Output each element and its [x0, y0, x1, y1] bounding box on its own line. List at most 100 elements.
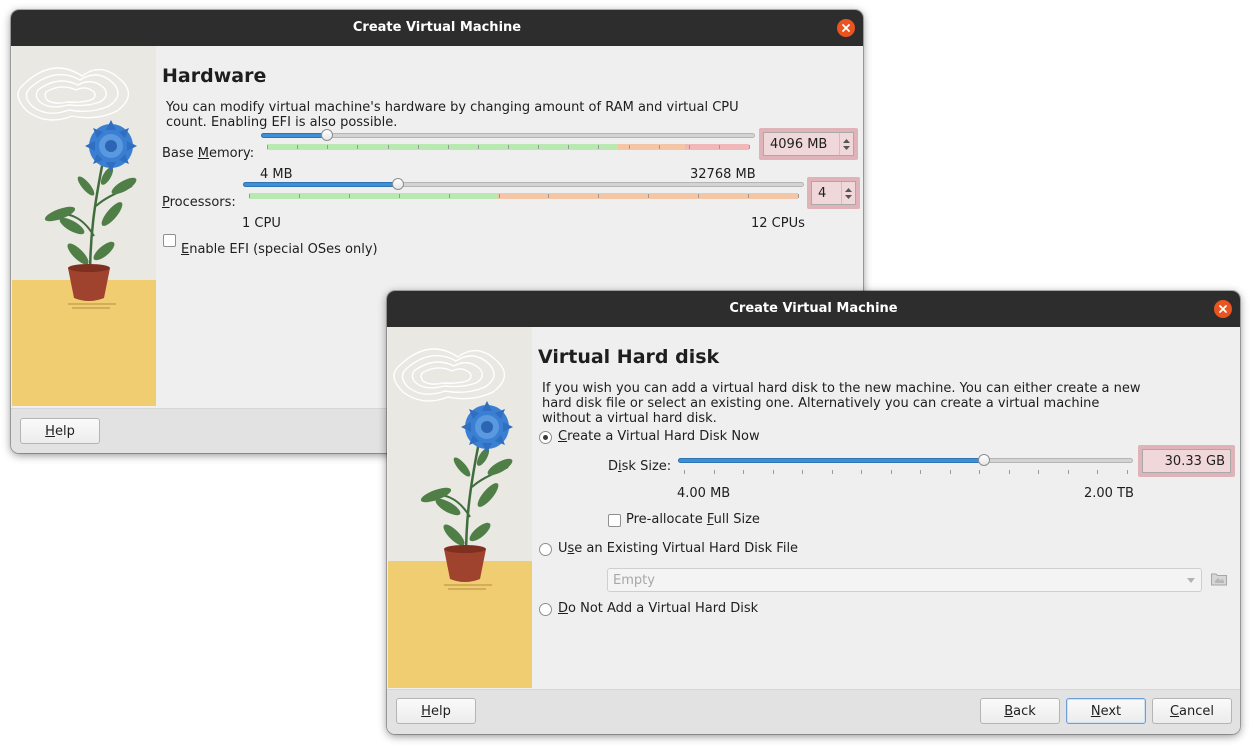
slider-tick	[508, 145, 509, 149]
base-memory-spin-arrows[interactable]	[839, 133, 853, 155]
slider-tick	[499, 194, 500, 198]
spin-down-icon[interactable]	[845, 194, 852, 199]
slider-tick	[802, 470, 803, 474]
wizard-content: Virtual Hard disk If you wish you can ad…	[387, 327, 1240, 689]
base-memory-slider-handle[interactable]	[321, 129, 333, 141]
create-disk-radio[interactable]	[539, 431, 552, 444]
slider-tick	[1009, 470, 1010, 474]
back-button[interactable]: Back	[980, 698, 1060, 724]
slider-tick	[689, 145, 690, 149]
slider-tick	[1097, 470, 1098, 474]
combo-arrow-icon	[1187, 578, 1195, 583]
processors-spinbox[interactable]: 4	[811, 181, 856, 205]
spin-up-icon[interactable]	[843, 138, 850, 143]
no-disk-label[interactable]: Do Not Add a Virtual Hard Disk	[558, 601, 758, 616]
slider-tick	[950, 470, 951, 474]
efi-label[interactable]: Enable EFI (special OSes only)	[181, 242, 378, 257]
spin-down-icon[interactable]	[843, 145, 850, 150]
slider-tick	[388, 145, 389, 149]
disk-size-input[interactable]: 30.33 GB	[1142, 449, 1231, 473]
slider-tick	[891, 470, 892, 474]
processors-zone-safe	[249, 193, 498, 199]
page-description: If you wish you can add a virtual hard d…	[542, 381, 1141, 426]
close-button[interactable]	[1214, 300, 1232, 318]
base-memory-label: Base Memory:	[162, 146, 255, 161]
window-title: Create Virtual Machine	[352, 20, 522, 35]
create-disk-label[interactable]: Create a Virtual Hard Disk Now	[558, 429, 760, 444]
choose-disk-file-button[interactable]	[1210, 570, 1230, 590]
slider-tick	[598, 145, 599, 149]
slider-tick	[698, 194, 699, 198]
slider-tick	[327, 145, 328, 149]
slider-tick	[773, 470, 774, 474]
base-memory-zone-danger	[685, 144, 749, 150]
slider-tick	[684, 470, 685, 474]
folder-icon	[1211, 573, 1227, 586]
cancel-button[interactable]: Cancel	[1152, 698, 1232, 724]
slider-tick	[249, 194, 250, 198]
no-disk-radio[interactable]	[539, 603, 552, 616]
slider-tick	[648, 194, 649, 198]
page-title: Virtual Hard disk	[538, 346, 720, 368]
hard-disk-window: Create Virtual Machine Virtual Hard disk…	[387, 291, 1240, 734]
next-button[interactable]: Next	[1066, 698, 1146, 724]
wizard-footer: Help Back Next Cancel	[387, 689, 1240, 734]
slider-tick	[1038, 470, 1039, 474]
slider-tick	[357, 145, 358, 149]
spin-up-icon[interactable]	[845, 187, 852, 192]
window-titlebar[interactable]: Create Virtual Machine	[387, 291, 1240, 327]
existing-disk-combo[interactable]: Empty	[607, 568, 1202, 592]
preallocate-label[interactable]: Pre-allocate Full Size	[626, 512, 760, 527]
disk-size-min-label: 4.00 MB	[677, 486, 731, 501]
slider-tick	[548, 194, 549, 198]
slider-tick	[418, 145, 419, 149]
help-button[interactable]: Help	[396, 698, 476, 724]
help-button[interactable]: Help	[20, 418, 100, 444]
base-memory-spinbox[interactable]: 4096 MB	[763, 132, 854, 156]
efi-checkbox[interactable]	[163, 234, 176, 247]
base-memory-min-label: 4 MB	[260, 167, 293, 182]
slider-tick	[1068, 470, 1069, 474]
base-memory-slider[interactable]	[261, 133, 755, 138]
window-titlebar[interactable]: Create Virtual Machine	[11, 10, 863, 46]
processors-spin-arrows[interactable]	[841, 182, 855, 204]
preallocate-checkbox[interactable]	[608, 514, 621, 527]
slider-tick	[478, 145, 479, 149]
page-description: You can modify virtual machine's hardwar…	[166, 100, 739, 130]
base-memory-max-label: 32768 MB	[690, 167, 756, 182]
slider-tick	[568, 145, 569, 149]
existing-disk-radio[interactable]	[539, 543, 552, 556]
base-memory-slider-fill	[261, 133, 327, 138]
processors-max-label: 12 CPUs	[751, 216, 805, 231]
slider-tick	[659, 145, 660, 149]
slider-tick	[743, 470, 744, 474]
disk-size-max-label: 2.00 TB	[1084, 486, 1134, 501]
slider-tick	[920, 470, 921, 474]
processors-label: Processors:	[162, 195, 236, 210]
processors-slider[interactable]	[243, 182, 804, 187]
slider-tick	[798, 194, 799, 198]
existing-disk-label[interactable]: Use an Existing Virtual Hard Disk File	[558, 541, 798, 556]
slider-tick	[297, 145, 298, 149]
slider-tick	[719, 145, 720, 149]
processors-min-label: 1 CPU	[242, 216, 281, 231]
slider-tick	[399, 194, 400, 198]
processors-slider-fill	[243, 182, 398, 187]
processors-slider-handle[interactable]	[392, 178, 404, 190]
page-title: Hardware	[162, 65, 267, 87]
slider-tick	[349, 194, 350, 198]
wizard-illustration	[12, 46, 156, 406]
slider-tick	[598, 194, 599, 198]
slider-tick	[714, 470, 715, 474]
slider-tick	[832, 470, 833, 474]
close-button[interactable]	[837, 19, 855, 37]
base-memory-zone-safe	[267, 144, 618, 150]
close-icon	[1219, 305, 1227, 313]
slider-tick	[449, 194, 450, 198]
disk-size-slider-fill	[678, 458, 985, 463]
slider-tick	[861, 470, 862, 474]
disk-size-slider[interactable]	[678, 458, 1133, 463]
slider-tick	[629, 145, 630, 149]
wizard-illustration	[388, 327, 532, 688]
disk-size-slider-handle[interactable]	[978, 454, 990, 466]
